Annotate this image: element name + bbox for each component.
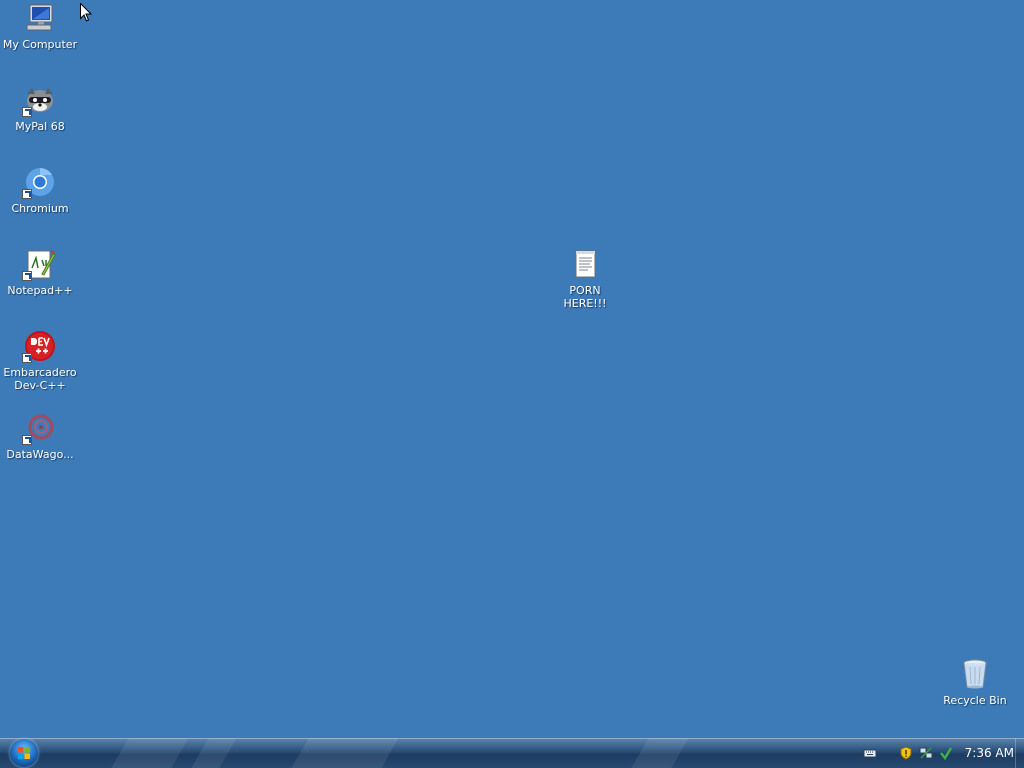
update-icon[interactable] [939,746,953,760]
raccoon-browser-icon [22,84,56,117]
network-icon[interactable] [919,746,933,760]
recycle-bin-icon [959,658,991,690]
chromium-desktop-icon[interactable]: Chromium [2,166,78,215]
text-file-icon [569,248,601,280]
shortcut-arrow-icon [22,107,32,117]
text-file-desktop-icon[interactable]: PORN HERE!!! [547,248,623,310]
icon-label: Chromium [11,202,69,215]
datawagon-desktop-icon[interactable]: DataWago... [2,412,78,461]
icon-label: MyPal 68 [15,120,65,133]
computer-icon [24,2,56,34]
devcpp-desktop-icon[interactable]: Embarcadero Dev-C++ [2,330,78,392]
shortcut-arrow-icon [22,271,32,281]
icon-label: PORN HERE!!! [563,284,607,310]
icon-label: My Computer [2,38,78,51]
shortcut-arrow-icon [22,435,32,445]
start-button[interactable] [10,739,38,767]
taskbar-glass-streak [291,738,399,768]
keyboard-icon[interactable] [863,746,877,760]
icon-label: Notepad++ [7,284,73,297]
devcpp-icon [22,330,56,363]
windows-start-orb-icon [18,747,30,759]
mouse-pointer-icon [80,2,93,26]
desktop: My Computer MyPal 68 Chromium Notepad++ … [0,0,1024,738]
taskbar-glass-streak [631,738,689,768]
icon-label: Recycle Bin [943,694,1007,707]
taskbar-glass-streak [191,738,237,768]
my-computer-desktop-icon[interactable]: My Computer [2,2,78,51]
shortcut-arrow-icon [22,189,32,199]
security-shield-icon[interactable] [899,746,913,760]
recycle-bin-desktop-icon[interactable]: Recycle Bin [937,658,1013,707]
notepad-plus-plus-desktop-icon[interactable]: Notepad++ [2,248,78,297]
icon-label: Embarcadero Dev-C++ [3,366,77,392]
notepad-plus-plus-icon [22,248,56,281]
datawagon-icon [22,412,56,445]
taskbar: 7:36 AM [0,738,1024,768]
taskbar-clock[interactable]: 7:36 AM [965,746,1014,760]
icon-label: DataWago... [6,448,74,461]
show-desktop-button[interactable] [1015,738,1024,768]
chromium-icon [22,166,56,199]
taskbar-glass-streak [111,738,189,768]
shortcut-arrow-icon [22,353,32,363]
mypal-desktop-icon[interactable]: MyPal 68 [2,84,78,133]
system-tray: 7:36 AM [863,738,1016,768]
